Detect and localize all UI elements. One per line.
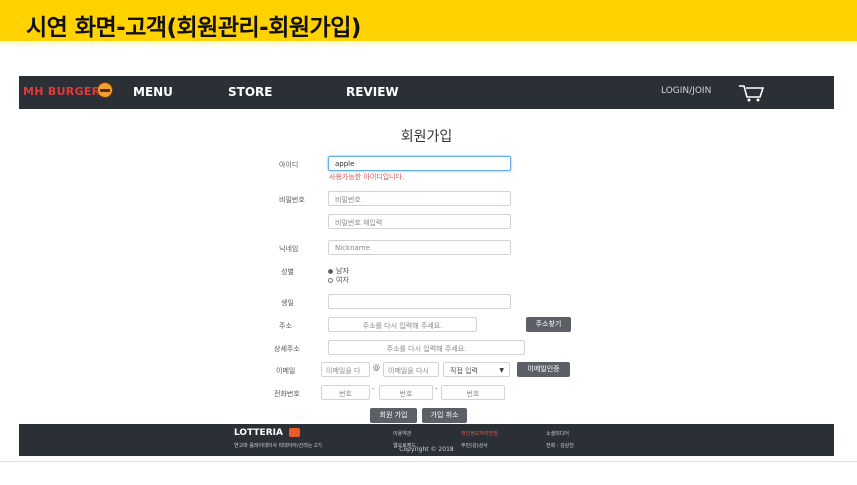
burger-icon	[97, 82, 113, 98]
address-detail-label: 상세주소	[274, 345, 300, 353]
gender-label: 성별	[281, 268, 294, 276]
id-label: 아이디	[279, 161, 299, 169]
password-label: 비밀번호	[279, 196, 305, 204]
slide-title: 시연 화면-고객(회원관리-회원가입)	[26, 15, 361, 41]
email-domain-input[interactable]: 이메일을 다시	[383, 362, 439, 377]
lotteria-logo-icon	[289, 428, 300, 437]
signup-title: 회원가입	[400, 129, 453, 145]
email-verify-button[interactable]: 이메일인증	[517, 362, 570, 377]
nav-review[interactable]: REVIEW	[346, 85, 399, 99]
email-at-sign: @	[373, 364, 380, 372]
phone-separator: -	[435, 385, 438, 393]
signup-submit-button[interactable]: 회원 가입	[370, 408, 417, 423]
phone-separator: -	[372, 385, 375, 393]
password-confirm-input[interactable]: 비밀번호 재입력	[328, 214, 511, 229]
radio-selected-icon	[328, 268, 333, 274]
nickname-label: 닉네임	[279, 245, 299, 253]
address-input[interactable]: 주소를 다시 입력해 주세요.	[328, 317, 477, 332]
footer-link-terms[interactable]: 이용약관	[393, 430, 411, 437]
phone-part2-input[interactable]: 번호	[379, 385, 433, 400]
slide-bottom-area	[0, 461, 857, 485]
nav-menu[interactable]: MENU	[133, 85, 173, 99]
nickname-input[interactable]: Nickname	[328, 240, 511, 255]
gender-radio-female[interactable]: 여자	[328, 275, 349, 285]
birthday-input[interactable]	[328, 294, 511, 309]
phone-part3-input[interactable]: 번호	[441, 385, 505, 400]
footer-link-social[interactable]: 소셜미디어	[546, 430, 569, 437]
cart-icon[interactable]	[737, 81, 765, 103]
address-search-button[interactable]: 주소찾기	[526, 317, 571, 332]
password-input[interactable]: 비밀번호	[328, 191, 511, 206]
address-detail-input[interactable]: 주소를 다시 입력해 주세요.	[328, 340, 525, 355]
email-domain-select[interactable]: 직접 입력 ▼	[443, 362, 510, 377]
footer-link-privacy[interactable]: 개인정보처리방침	[461, 430, 498, 437]
site-footer: LOTTERIA 연고마 롤레이데이사 미대아아/선려는 2기 이용약관 개인정…	[19, 424, 834, 456]
signup-cancel-button[interactable]: 가입 취소	[422, 408, 467, 423]
radio-unselected-icon	[328, 277, 333, 283]
phone-label: 전화번호	[274, 390, 300, 398]
id-input[interactable]: apple	[328, 156, 511, 171]
website-screenshot: MH BURGER MENU STORE REVIEW LOGIN/JOIN 회…	[19, 76, 834, 456]
id-available-message: 사용가능한 아이디입니다.	[329, 173, 405, 181]
footer-logo: LOTTERIA	[234, 428, 283, 438]
birthday-label: 생일	[281, 299, 294, 307]
brand-logo[interactable]: MH BURGER	[23, 85, 100, 98]
slide-banner-strip	[0, 41, 857, 48]
footer-copyright: Copyright © 2018	[399, 446, 454, 453]
top-navbar: MH BURGER MENU STORE REVIEW LOGIN/JOIN	[19, 76, 834, 109]
email-local-input[interactable]: 이메일을 다	[321, 362, 370, 377]
address-label: 주소	[279, 322, 292, 330]
nav-store[interactable]: STORE	[228, 85, 272, 99]
chevron-down-icon: ▼	[499, 367, 504, 374]
phone-part1-input[interactable]: 번호	[321, 385, 370, 400]
email-label: 이메일	[276, 367, 296, 375]
nav-login-join[interactable]: LOGIN/JOIN	[661, 86, 711, 96]
